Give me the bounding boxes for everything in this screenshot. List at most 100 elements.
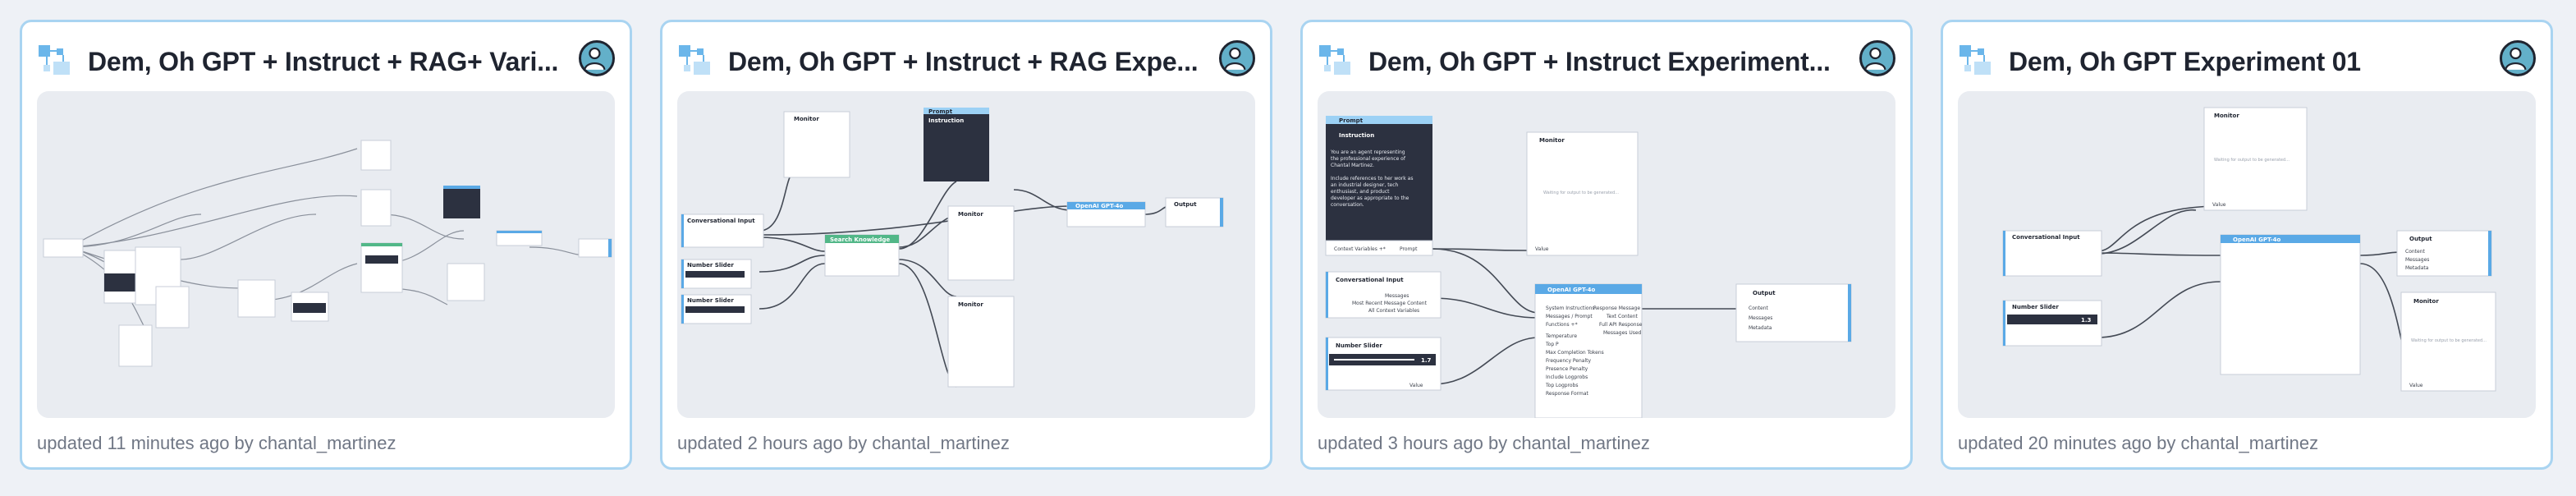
monitor-placeholder: Waiting for output to be generated...: [1543, 191, 1619, 195]
port-label: Temperature: [1545, 333, 1577, 339]
port-label: Content: [1749, 305, 1769, 311]
port-label: All Context Variables: [1368, 308, 1419, 314]
node-title: Number Slider: [1336, 342, 1382, 349]
slider-value: 1.3: [2081, 317, 2092, 324]
instruction-text: Chantal Martinez.: [1331, 163, 1374, 168]
node-title: Prompt: [928, 108, 953, 115]
port-label: Value: [1409, 383, 1423, 388]
card-title[interactable]: Dem, Oh GPT + Instruct + RAG Expe...: [728, 47, 1199, 77]
node-title: Conversational Input: [687, 218, 755, 224]
author-link[interactable]: chantal_martinez: [2181, 433, 2319, 453]
port-label: Messages / Prompt: [1546, 314, 1593, 319]
user-avatar-icon[interactable]: [1219, 40, 1255, 76]
card-title[interactable]: Dem, Oh GPT + Instruct + RAG+ Vari...: [88, 47, 558, 77]
flow-graph-preview: Monitor Conversational Input Number Slid…: [681, 108, 1224, 388]
port-label: Value: [2409, 383, 2423, 388]
instruction-text: conversation.: [1331, 202, 1364, 208]
flow-card[interactable]: Dem, Oh GPT Experiment 01 Monitor Waitin…: [1941, 20, 2553, 470]
card-header: Dem, Oh GPT Experiment 01: [1958, 40, 2536, 83]
node-title: Search Knowledge: [830, 237, 890, 243]
card-header: Dem, Oh GPT + Instruct Experiment...: [1318, 40, 1895, 83]
node-subtitle: Instruction: [1339, 132, 1374, 139]
user-avatar-icon[interactable]: [579, 40, 615, 76]
node-title: Conversational Input: [2012, 234, 2080, 241]
port-label: Functions +*: [1546, 322, 1578, 328]
updated-text: updated 2 hours ago by: [677, 433, 868, 453]
node-title: OpenAI GPT-4o: [1075, 203, 1124, 209]
user-avatar-icon[interactable]: [2500, 40, 2536, 76]
instruction-text: an industrial designer, tech: [1331, 182, 1399, 188]
card-updated-meta: updated 20 minutes ago by chantal_martin…: [1958, 433, 2318, 454]
port-label: System Instructions: [1546, 305, 1595, 311]
port-label: Value: [1535, 246, 1549, 252]
card-title[interactable]: Dem, Oh GPT Experiment 01: [2009, 47, 2361, 77]
flow-graph-preview: Monitor Waiting for output to be generat…: [2002, 107, 2496, 392]
port-label: Response Message: [1593, 305, 1640, 311]
flow-card[interactable]: Dem, Oh GPT + Instruct + RAG+ Vari... up…: [20, 20, 632, 470]
node-title: Monitor: [2413, 298, 2439, 305]
node-title: OpenAI GPT-4o: [2233, 237, 2281, 243]
flow-preview-thumbnail[interactable]: [37, 91, 615, 418]
flow-logo-icon: [39, 45, 70, 75]
port-label: Frequency Penalty: [1546, 358, 1591, 364]
port-label: Messages: [1385, 293, 1409, 299]
flow-graph-preview: Prompt Instruction You are an agent repr…: [1325, 116, 1852, 418]
port-label: Full API Response: [1599, 322, 1643, 328]
flow-logo-icon: [1960, 45, 1991, 75]
port-label: Messages Used: [1603, 330, 1642, 336]
node-title: Number Slider: [687, 297, 734, 304]
node-title: Number Slider: [2012, 304, 2059, 310]
flow-preview-thumbnail[interactable]: Monitor Waiting for output to be generat…: [1958, 91, 2536, 418]
card-updated-meta: updated 11 minutes ago by chantal_martin…: [37, 433, 396, 454]
port-label: Top Logprobs: [1545, 383, 1579, 388]
node-title: Prompt: [1339, 117, 1364, 124]
updated-text: updated 20 minutes ago by: [1958, 433, 2176, 453]
instruction-text: the professional experience of: [1331, 156, 1406, 162]
flow-card[interactable]: Dem, Oh GPT + Instruct Experiment... Pro…: [1300, 20, 1913, 470]
author-link[interactable]: chantal_martinez: [1512, 433, 1650, 453]
flow-preview-thumbnail[interactable]: Prompt Instruction You are an agent repr…: [1318, 91, 1895, 418]
port-label: Messages: [2405, 257, 2429, 263]
monitor-placeholder: Waiting for output to be generated...: [2214, 158, 2290, 163]
author-link[interactable]: chantal_martinez: [259, 433, 396, 453]
flow-preview-thumbnail[interactable]: Monitor Conversational Input Number Slid…: [677, 91, 1255, 418]
instruction-text: developer as appropriate to the: [1331, 195, 1409, 201]
port-label: Response Format: [1546, 391, 1589, 397]
node-title: OpenAI GPT-4o: [1547, 287, 1596, 293]
port-label: Prompt: [1400, 246, 1418, 252]
node-title: Output: [2409, 236, 2432, 242]
card-header: Dem, Oh GPT + Instruct + RAG+ Vari...: [37, 40, 615, 83]
flow-logo-icon: [1319, 45, 1350, 75]
slider-value: 1.7: [1421, 357, 1432, 364]
port-label: Value: [2212, 202, 2226, 208]
author-link[interactable]: chantal_martinez: [872, 433, 1010, 453]
flow-card[interactable]: Dem, Oh GPT + Instruct + RAG Expe... Mon…: [660, 20, 1272, 470]
node-title: Number Slider: [687, 262, 734, 269]
port-label: Messages: [1749, 315, 1772, 321]
instruction-text: You are an agent representing: [1330, 149, 1405, 155]
instruction-text: enthusiast, and product: [1331, 189, 1390, 195]
node-title: Monitor: [794, 116, 819, 122]
port-label: Top P: [1545, 342, 1559, 347]
node-title: Output: [1174, 201, 1197, 208]
port-label: Metadata: [2405, 265, 2429, 271]
port-label: Include Logprobs: [1546, 374, 1588, 380]
node-subtitle: Instruction: [928, 117, 964, 124]
port-label: Metadata: [1749, 325, 1772, 331]
port-label: Max Completion Tokens: [1546, 350, 1604, 356]
port-label: Most Recent Message Content: [1352, 301, 1428, 306]
node-title: Conversational Input: [1336, 277, 1404, 283]
updated-text: updated 3 hours ago by: [1318, 433, 1508, 453]
card-updated-meta: updated 3 hours ago by chantal_martinez: [1318, 433, 1650, 454]
flow-card-grid: Dem, Oh GPT + Instruct + RAG+ Vari... up…: [20, 20, 2553, 470]
flow-logo-icon: [679, 45, 710, 75]
flow-graph-preview: [43, 140, 612, 367]
card-updated-meta: updated 2 hours ago by chantal_martinez: [677, 433, 1010, 454]
node-title: Monitor: [958, 301, 983, 308]
node-title: Monitor: [958, 211, 983, 218]
card-title[interactable]: Dem, Oh GPT + Instruct Experiment...: [1368, 47, 1831, 77]
port-label: Content: [2405, 249, 2426, 255]
node-title: Output: [1753, 290, 1776, 296]
user-avatar-icon[interactable]: [1859, 40, 1895, 76]
port-label: Presence Penalty: [1546, 366, 1588, 372]
